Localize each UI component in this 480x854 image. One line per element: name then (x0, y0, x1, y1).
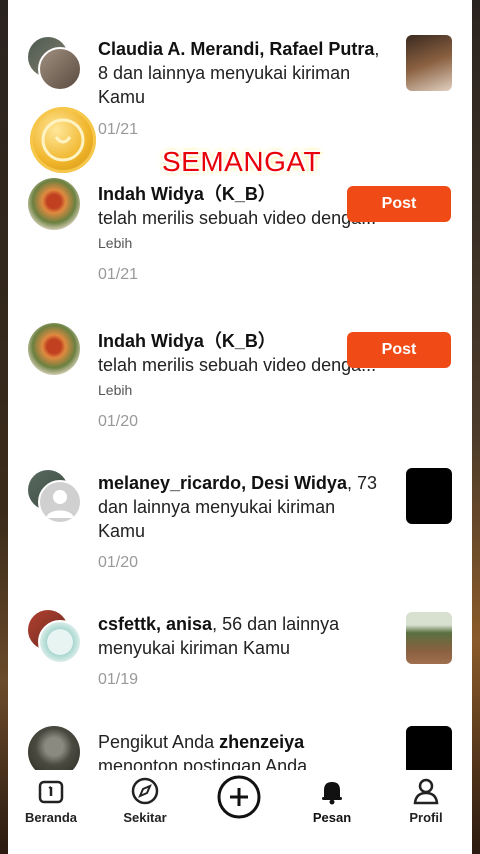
bottom-navigation: Beranda Sekitar Pesan Profil (8, 770, 472, 838)
notification-names[interactable]: csfettk, anisa (98, 614, 212, 634)
notification-names[interactable]: melaney_ricardo, Desi Widya (98, 473, 347, 493)
notification-date: 01/21 (98, 121, 139, 138)
notification-names[interactable]: zhenzeiya (219, 732, 304, 752)
avatar (38, 620, 82, 664)
nav-home-label: Beranda (24, 810, 78, 825)
nav-home[interactable]: Beranda (11, 776, 91, 834)
nav-nearby[interactable]: Sekitar (105, 776, 185, 834)
system-bar (8, 838, 472, 854)
avatar[interactable] (28, 323, 80, 375)
notification-text[interactable]: Pengikut Anda zhenzeiya menonton posting… (98, 730, 380, 770)
background-edge-left (0, 0, 8, 854)
profile-icon (413, 778, 439, 805)
more-link[interactable]: Lebih (98, 382, 132, 398)
notification-text[interactable]: csfettk, anisa, 56 dan lainnya menyukai … (98, 612, 380, 660)
notification-names[interactable]: Indah Widya（K_B） (98, 184, 276, 204)
notification-message: menonton postingan Anda (98, 756, 308, 770)
notification-date: 01/20 (98, 554, 139, 571)
notification-names[interactable]: Indah Widya（K_B） (98, 331, 276, 351)
notification-text[interactable]: Indah Widya（K_B） telah merilis sebuah vi… (98, 329, 380, 402)
post-thumbnail[interactable] (406, 726, 452, 770)
notification-date: 01/21 (98, 266, 139, 283)
post-thumbnail[interactable] (406, 35, 452, 91)
notification-item[interactable]: Indah Widya（K_B） telah merilis sebuah vi… (8, 170, 472, 316)
avatar-group[interactable] (28, 610, 82, 664)
overlay-text: SEMANGAT (162, 146, 322, 177)
compass-icon (131, 777, 159, 805)
notification-date: 01/19 (98, 671, 139, 688)
home-icon (38, 780, 64, 804)
more-link[interactable]: Lebih (98, 235, 132, 251)
background-edge-right (472, 0, 480, 854)
notification-text[interactable]: Indah Widya（K_B） telah merilis sebuah vi… (98, 182, 380, 255)
notification-item[interactable]: Pengikut Anda zhenzeiya menonton posting… (8, 722, 472, 770)
add-icon (217, 775, 261, 819)
post-thumbnail[interactable] (406, 468, 452, 524)
nav-messages[interactable]: Pesan (292, 776, 372, 834)
default-avatar-icon (38, 480, 82, 524)
post-button[interactable]: Post (347, 186, 451, 222)
notification-text[interactable]: melaney_ricardo, Desi Widya, 73 dan lain… (98, 471, 380, 543)
bell-icon (322, 782, 342, 805)
nav-create[interactable] (199, 774, 279, 832)
nav-profile[interactable]: Profil (386, 776, 466, 834)
nav-profile-label: Profil (409, 810, 443, 825)
notification-item[interactable]: Indah Widya（K_B） telah merilis sebuah vi… (8, 316, 472, 462)
notification-names[interactable]: Claudia A. Merandi, Rafael Putra (98, 39, 374, 59)
notification-date: 01/20 (98, 413, 139, 430)
notification-text[interactable]: Claudia A. Merandi, Rafael Putra, 8 dan … (98, 37, 380, 109)
notification-item[interactable]: melaney_ricardo, Desi Widya, 73 dan lain… (8, 462, 472, 602)
avatar[interactable] (28, 178, 80, 230)
avatar-group[interactable] (28, 470, 82, 524)
notification-message: telah merilis sebuah video denga... (98, 355, 377, 375)
avatar (38, 47, 82, 91)
notification-prefix: Pengikut Anda (98, 732, 220, 752)
notification-item[interactable]: csfettk, anisa, 56 dan lainnya menyukai … (8, 602, 472, 722)
nav-messages-label: Pesan (312, 810, 352, 825)
nav-nearby-label: Sekitar (123, 810, 167, 825)
post-thumbnail[interactable] (406, 612, 452, 664)
avatar[interactable] (28, 726, 80, 770)
overlay-sticker (30, 107, 96, 173)
notification-feed[interactable]: Claudia A. Merandi, Rafael Putra, 8 dan … (8, 0, 472, 770)
phone-screen: Claudia A. Merandi, Rafael Putra, 8 dan … (8, 0, 472, 854)
avatar-group[interactable] (28, 37, 82, 91)
post-button[interactable]: Post (347, 332, 451, 368)
notification-message: telah merilis sebuah video denga... (98, 208, 377, 228)
